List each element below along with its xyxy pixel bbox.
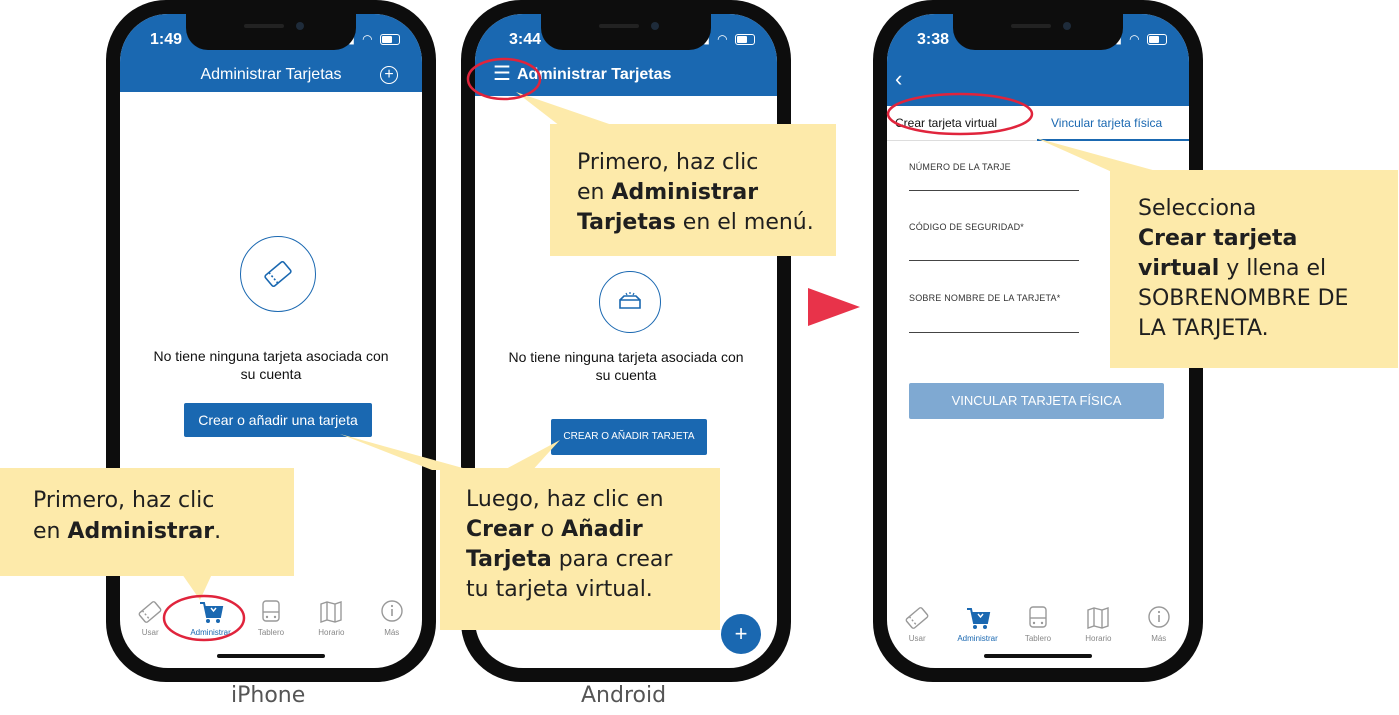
highlight-menu-android xyxy=(466,57,542,101)
callout-line: Primero, haz clic xyxy=(33,488,215,513)
callout-bold: Administrar xyxy=(67,519,215,544)
callout-line: tu tarjeta virtual. xyxy=(466,577,653,602)
callout-text: y llena el xyxy=(1219,256,1327,281)
callout-text: o xyxy=(533,517,562,542)
callout-bold: Tarjeta xyxy=(466,547,552,572)
callout-text: en el menú. xyxy=(675,210,814,235)
callout-step1-iphone: Primero, haz clic en Administrar. xyxy=(0,468,294,576)
callout-text: en xyxy=(577,180,612,205)
highlight-crear-virtual xyxy=(886,92,1034,136)
callout-bold: virtual xyxy=(1138,256,1220,281)
callout-bold: Administrar xyxy=(611,180,759,205)
callout-step1-android: Primero, haz clic en Administrar Tarjeta… xyxy=(550,124,836,256)
callout-text: en xyxy=(33,519,68,544)
highlight-administrar-iphone xyxy=(162,594,246,642)
callout-tail-3a xyxy=(340,434,470,470)
callout-step2: Luego, haz clic en Crear o Añadir Tarjet… xyxy=(440,468,720,630)
callout-line: Luego, haz clic en xyxy=(466,487,664,512)
callout-text: . xyxy=(214,519,222,544)
callout-bold: Crear xyxy=(466,517,534,542)
next-step-arrow-icon xyxy=(808,288,860,326)
callout-line: Selecciona xyxy=(1138,196,1257,221)
callout-step3: Selecciona Crear tarjeta virtual y llena… xyxy=(1110,170,1398,368)
callout-line: SOBRENOMBRE DE xyxy=(1138,286,1349,311)
callout-line: Primero, haz clic xyxy=(577,150,759,175)
callout-tail-4 xyxy=(1036,138,1160,172)
callout-bold: Crear tarjeta xyxy=(1138,226,1298,251)
callout-line: LA TARJETA. xyxy=(1138,316,1269,341)
callout-bold: Añadir xyxy=(561,517,643,542)
callout-bold: Tarjetas xyxy=(577,210,676,235)
callout-text: para crear xyxy=(551,547,673,572)
callout-tail-2 xyxy=(516,92,615,126)
